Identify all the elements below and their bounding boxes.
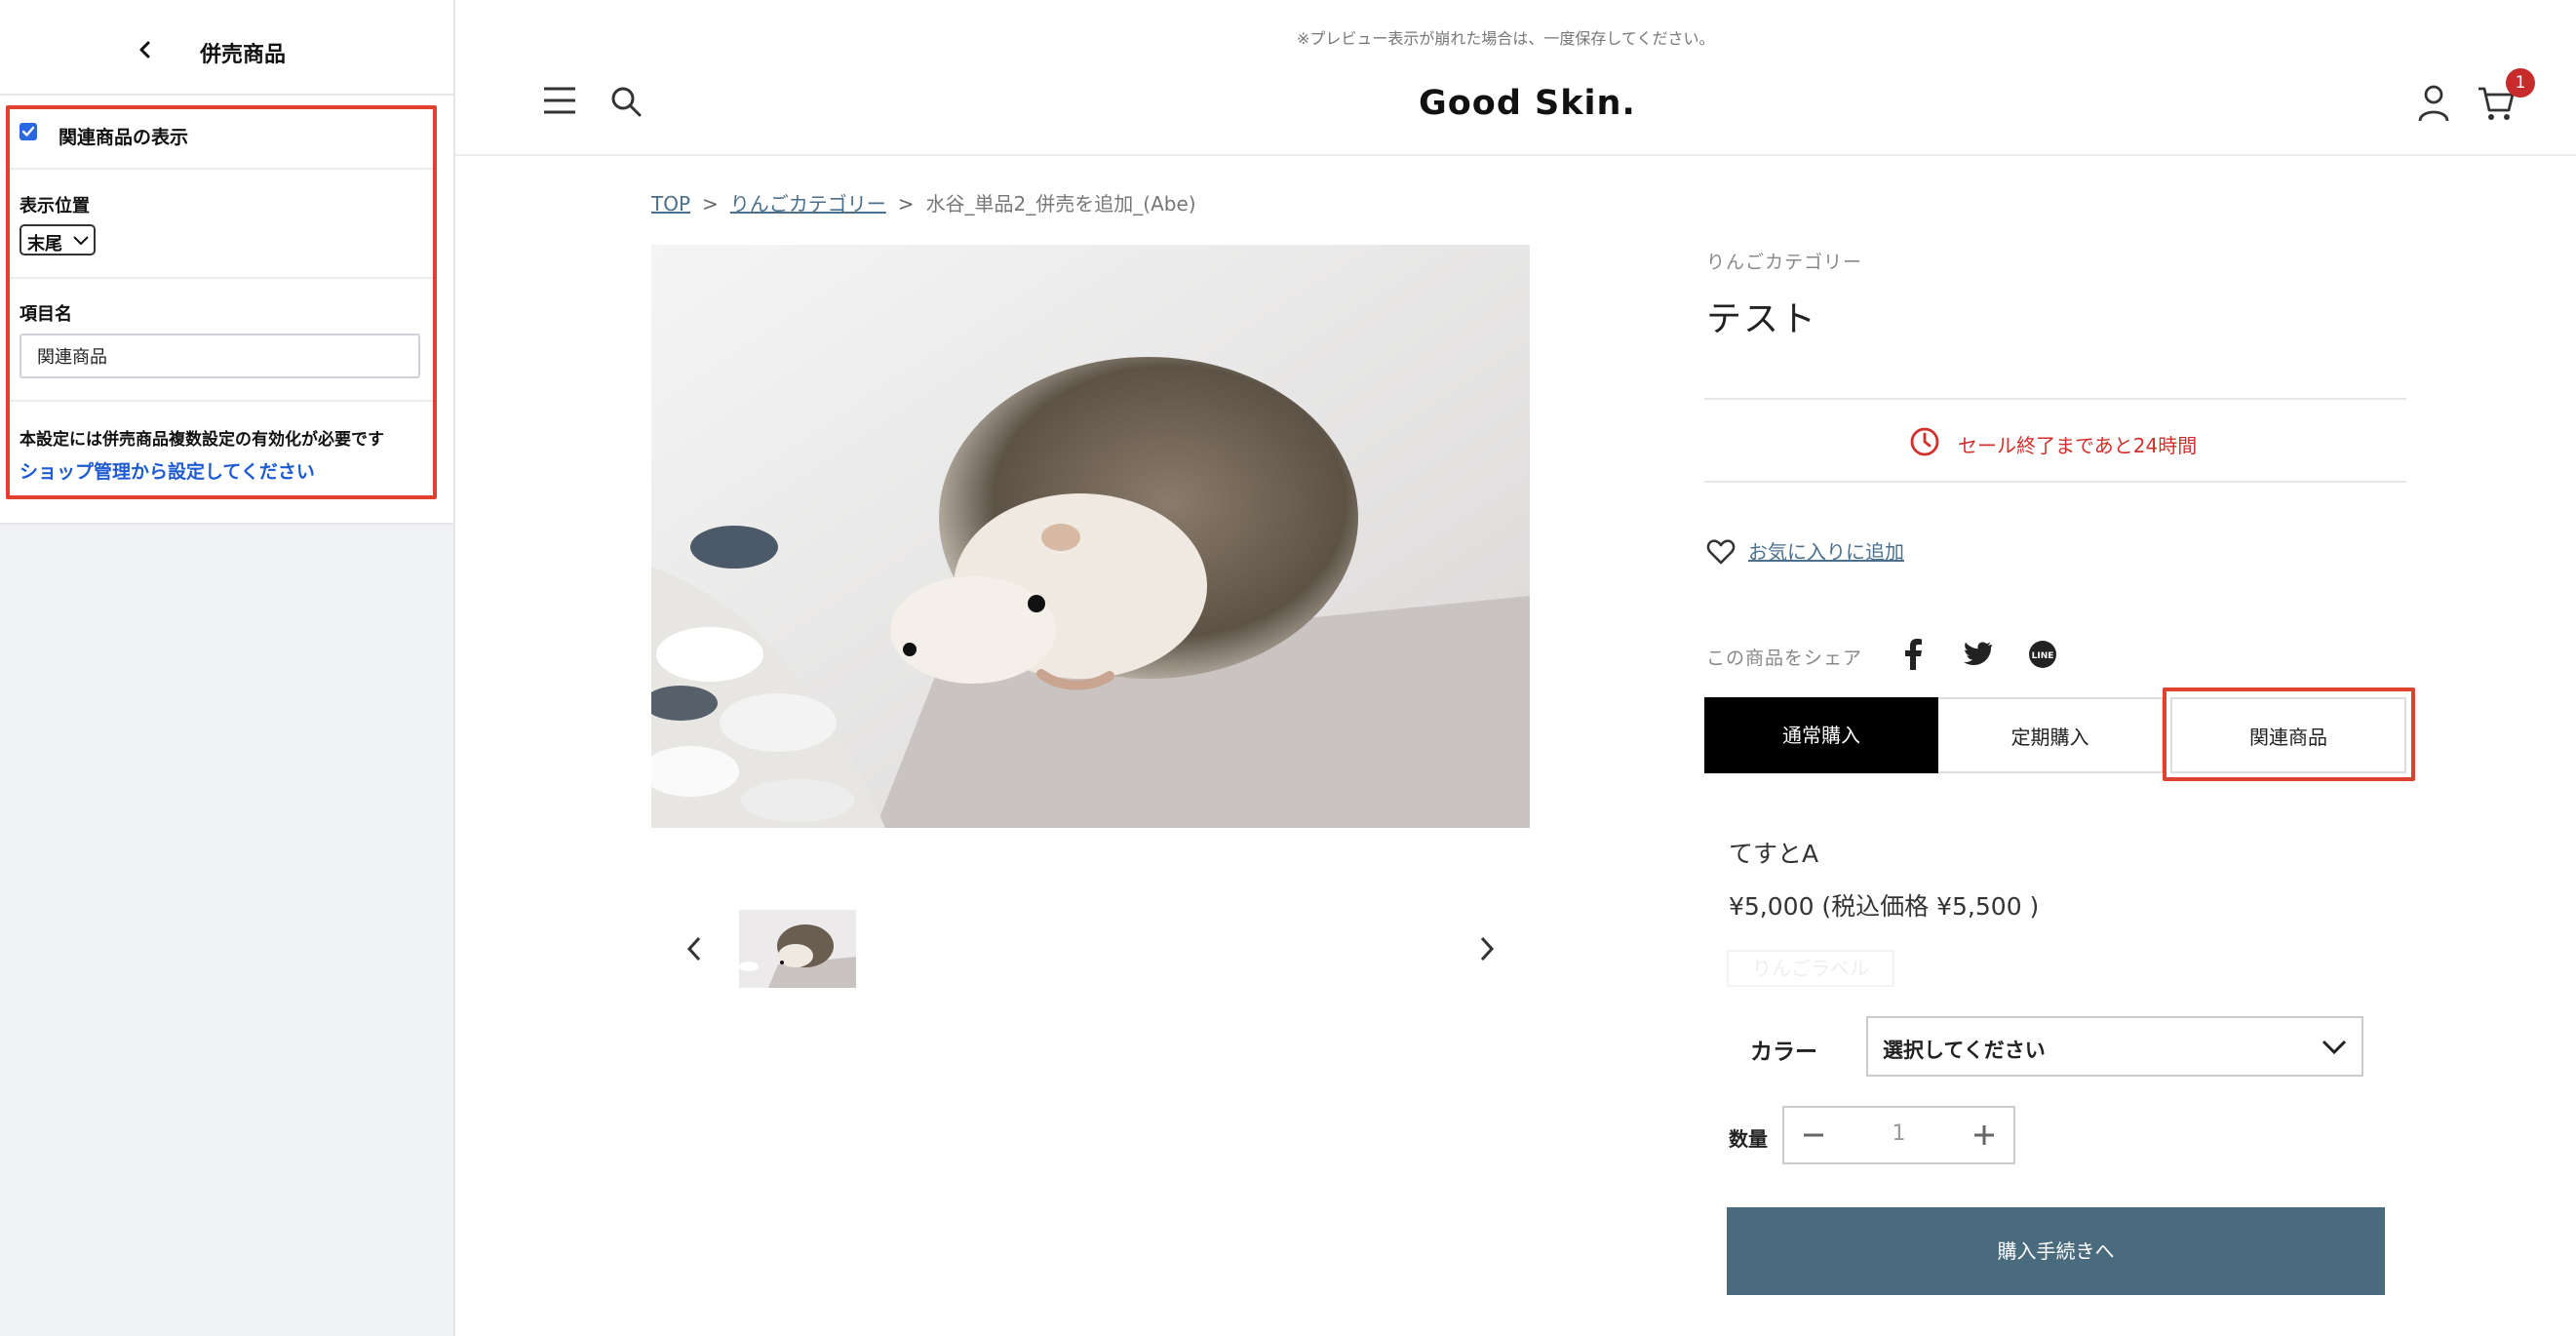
facebook-icon[interactable]: [1903, 639, 1923, 670]
clock-icon: [1909, 426, 1940, 457]
sidebar-title: 併売商品: [200, 43, 287, 67]
settings-sidebar: 併売商品 関連商品の表示 表示位置 末尾 項目名 本設定には併売商品複数設定の有…: [0, 0, 455, 1336]
breadcrumb-category[interactable]: りんごカテゴリー: [730, 192, 886, 216]
product-category: りんごカテゴリー: [1706, 252, 1863, 273]
breadcrumb-current: 水谷_単品2_併売を追加_(Abe): [925, 192, 1196, 216]
tab-normal-purchase[interactable]: 通常購入: [1704, 697, 1938, 773]
product-image[interactable]: [651, 245, 1530, 828]
header-divider: [455, 154, 2576, 156]
variant-name: てすとA: [1729, 840, 1819, 868]
plus-icon[interactable]: [1955, 1108, 2013, 1162]
add-to-favorites-link[interactable]: お気に入りに追加: [1748, 536, 1904, 565]
sidebar-header: 併売商品: [0, 0, 453, 96]
divider: [1704, 398, 2406, 400]
tab-subscription[interactable]: 定期購入: [1938, 697, 2164, 773]
chevron-down-icon: [2322, 1040, 2347, 1055]
checkout-button[interactable]: 購入手続きへ: [1727, 1207, 2385, 1295]
quantity-stepper: 1: [1782, 1106, 2015, 1164]
product-title: テスト: [1706, 299, 1818, 339]
product-label-badge: りんごラベル: [1727, 950, 1894, 987]
account-icon[interactable]: [2416, 84, 2451, 123]
cart-count-badge: 1: [2506, 68, 2535, 98]
preview-notice: ※プレビュー表示が崩れた場合は、一度保存してください。: [1297, 29, 1715, 48]
menu-icon[interactable]: [542, 86, 577, 115]
color-select-value: 選択してください: [1883, 1039, 2046, 1062]
search-icon[interactable]: [608, 84, 644, 119]
twitter-icon[interactable]: [1963, 642, 1992, 667]
chevron-right-icon: >: [702, 192, 719, 216]
product-price: ¥5,000 (税込価格 ¥5,500 ): [1729, 892, 2040, 921]
thumb-prev-icon[interactable]: [683, 934, 706, 963]
divider: [1704, 481, 2406, 483]
quantity-label: 数量: [1729, 1127, 1768, 1151]
quantity-value[interactable]: 1: [1843, 1121, 1955, 1146]
share-label: この商品をシェア: [1706, 648, 1863, 669]
breadcrumb-top[interactable]: TOP: [651, 192, 690, 216]
thumb-next-icon[interactable]: [1475, 934, 1499, 963]
sale-countdown: セール終了まであと24時間: [1958, 434, 2198, 457]
color-label: カラー: [1750, 1040, 1817, 1065]
color-select[interactable]: 選択してください: [1866, 1016, 2363, 1077]
line-icon[interactable]: LINE: [2028, 640, 2057, 669]
minus-icon[interactable]: [1784, 1108, 1843, 1162]
store-logo[interactable]: Good Skin.: [1419, 84, 1636, 123]
chevron-right-icon: >: [897, 192, 915, 216]
svg-text:LINE: LINE: [2032, 651, 2054, 661]
back-icon[interactable]: [131, 35, 160, 64]
heart-icon[interactable]: [1706, 538, 1736, 566]
highlight-frame-settings: [6, 105, 437, 499]
breadcrumb: TOP > りんごカテゴリー > 水谷_単品2_併売を追加_(Abe): [651, 188, 1196, 216]
product-thumbnail[interactable]: [739, 910, 856, 988]
highlight-frame-related-tab: [2163, 688, 2415, 781]
